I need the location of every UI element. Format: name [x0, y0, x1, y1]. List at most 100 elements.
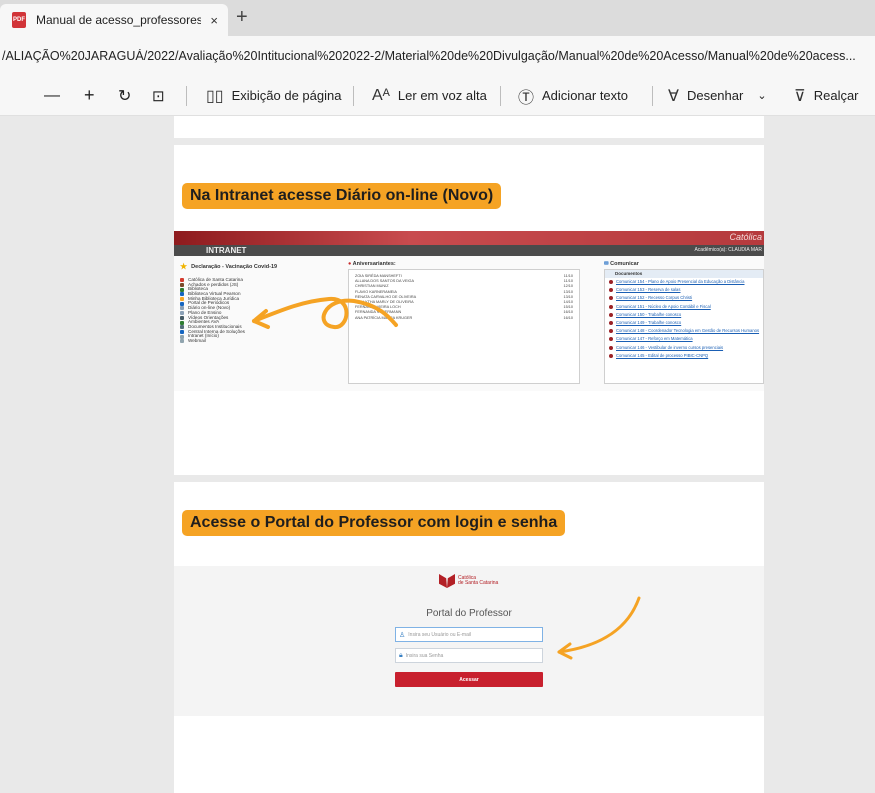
birthdays-list: ZOIA SIRÉDA MANSHEFTI 11/10 ALLANA DOS SAN…	[348, 269, 580, 384]
pdf-page-3: Acesse o Portal do Professor com login e…	[174, 482, 764, 793]
zoom-in-button[interactable]: +	[84, 85, 95, 106]
doc-icon	[609, 280, 613, 285]
doc-link[interactable]: Comunicar 149 - Trabalhe conosco	[605, 319, 763, 327]
fit-page-button[interactable]: ⊡	[152, 87, 165, 105]
menu-item-icon	[180, 315, 184, 320]
doc-link-label: Comunicar 150 - Trabalhe conosco	[616, 311, 682, 317]
menu-item-icon	[180, 278, 184, 283]
add-text-label: Adicionar texto	[542, 88, 629, 103]
intranet-bar: INTRANET Acadêmico(a): CLAUDIA MAR	[174, 245, 764, 256]
new-tab-button[interactable]: +	[236, 6, 248, 29]
doc-link[interactable]: Comunicar 154 - Plano de Apoio Presencia…	[605, 278, 763, 286]
logo-mark-icon	[439, 574, 455, 588]
doc-icon	[609, 321, 613, 326]
menu-item-icon	[180, 320, 184, 325]
intranet-user: Acadêmico(a): CLAUDIA MAR	[694, 247, 762, 253]
logo-line-2: de Santa Catarina	[458, 580, 499, 586]
doc-icon	[609, 304, 613, 309]
pdf-page-1	[174, 116, 764, 138]
doc-icon	[609, 296, 613, 301]
toolbar-divider	[500, 86, 501, 106]
doc-icon	[609, 345, 613, 350]
star-icon: ★	[180, 262, 188, 271]
zoom-out-button[interactable]: —	[44, 87, 60, 105]
communications-panel: ✉ Comunicar Documentos Comunicar 154 - P…	[604, 261, 764, 384]
menu-item-icon	[180, 306, 184, 311]
menu-item-icon	[180, 287, 184, 292]
doc-link[interactable]: Comunicar 153 - Reserva de salas	[605, 286, 763, 294]
comm-title: ✉ Comunicar	[604, 261, 764, 267]
page-view-icon: ▯▯	[206, 87, 224, 105]
doc-link-label: Comunicar 147 - Reforço em Matemática	[616, 336, 693, 342]
address-bar[interactable]: /ALIAÇÃO%20JARAGUÁ/2022/Avaliação%20Inti…	[0, 36, 875, 76]
read-aloud-label: Ler em voz alta	[397, 88, 487, 103]
doc-link-label: Comunicar 148 - Coordenador Tecnologia e…	[616, 328, 760, 334]
password-placeholder: Insira sua Senha	[405, 652, 444, 659]
read-aloud-button[interactable]: Aᴬ Ler em voz alta	[372, 87, 487, 105]
user-icon: ♙	[399, 631, 406, 639]
add-text-button[interactable]: Ⓣ Adicionar texto	[518, 84, 628, 108]
tab-title: Manual de acesso_professores_2	[36, 13, 201, 27]
toolbar-divider	[186, 86, 187, 106]
logo-text: Católica de Santa Catarina	[458, 576, 498, 586]
doc-link-label: Comunicar 153 - Reserva de salas	[616, 287, 681, 293]
highlight-icon: ⊽	[794, 87, 806, 105]
doc-link-label: Comunicar 145 - Edital de processo PIBIC…	[616, 352, 709, 358]
doc-link[interactable]: Comunicar 152 - Recesso Corpus Christi	[605, 294, 763, 302]
intranet-label: INTRANET	[206, 246, 247, 255]
menu-item-icon	[180, 283, 184, 288]
birthdays-title-text: Aniversariantes:	[352, 261, 396, 267]
comm-title-text: Comunicar	[610, 261, 639, 267]
toolbar-divider	[652, 86, 653, 106]
intranet-screenshot: Católica INTRANET Acadêmico(a): CLAUDIA …	[174, 231, 764, 391]
balloon-icon: ●	[348, 261, 352, 267]
page-view-button[interactable]: ▯▯ Exibição de página	[206, 86, 341, 106]
doc-link[interactable]: Comunicar 151 - Núcleo de Apoio Contábil…	[605, 303, 763, 311]
declaration-link[interactable]: ★ Declaração - Vacinação Covid-19	[180, 262, 345, 271]
birthday-date: 16/10	[563, 315, 573, 320]
menu-item-icon	[180, 339, 184, 344]
portal-login-screenshot: Católica de Santa Catarina Portal do Pro…	[174, 566, 764, 716]
username-placeholder: Insira seu Usuário ou E-mail	[408, 631, 472, 638]
birthdays-title: ● Aniversariantes:	[348, 261, 584, 267]
portal-title: Portal do Professor	[426, 608, 512, 619]
draw-button[interactable]: ∀ Desenhar ⌄	[668, 86, 767, 106]
draw-icon: ∀	[668, 87, 679, 105]
pdf-toolbar: — + ↻ ⊡ ▯▯ Exibição de página Aᴬ Ler em …	[0, 76, 875, 116]
highlight-label: Realçar	[813, 88, 859, 103]
page-view-label: Exibição de página	[231, 88, 342, 103]
highlight-button[interactable]: ⊽ Realçar	[794, 86, 859, 106]
doc-link[interactable]: Comunicar 148 - Coordenador Tecnologia e…	[605, 327, 763, 335]
comm-icon: ✉	[604, 261, 609, 267]
pdf-page-2: Na Intranet acesse Diário on-line (Novo)…	[174, 145, 764, 475]
doc-icon	[609, 329, 613, 334]
doc-link-label: Comunicar 154 - Plano de Apoio Presencia…	[616, 279, 745, 284]
rotate-button[interactable]: ↻	[118, 86, 131, 106]
birthday-row: ANA PATRÍCIA MARRA KRUGER 16/10	[355, 316, 573, 321]
password-field[interactable]: 🔒︎ Insira sua Senha	[395, 648, 543, 663]
tab-manual[interactable]: PDF Manual de acesso_professores_2 ×	[0, 4, 228, 36]
doc-link[interactable]: Comunicar 150 - Trabalhe conosco	[605, 311, 763, 319]
username-field[interactable]: ♙ Insira seu Usuário ou E-mail	[395, 627, 543, 642]
doc-link[interactable]: Comunicar 146 - Vestibular de inverno cu…	[605, 344, 763, 352]
draw-label: Desenhar	[686, 88, 744, 103]
doc-link[interactable]: Comunicar 147 - Reforço em Matemática	[605, 335, 763, 343]
doc-icon	[609, 353, 613, 358]
doc-link[interactable]: Comunicar 145 - Edital de processo PIBIC…	[605, 352, 763, 360]
birthdays-panel: ● Aniversariantes: ZOIA SIRÉDA MANSHEFTI…	[348, 261, 584, 384]
menu-item-icon	[180, 325, 184, 330]
close-tab-icon[interactable]: ×	[210, 13, 218, 28]
url-text[interactable]: /ALIAÇÃO%20JARAGUÁ/2022/Avaliação%20Inti…	[0, 49, 875, 63]
docs-list: Documentos Comunicar 154 - Plano de Apoi…	[604, 269, 764, 384]
tab-bar: PDF Manual de acesso_professores_2 × +	[0, 0, 875, 36]
doc-link-label: Comunicar 149 - Trabalhe conosco	[616, 319, 682, 325]
login-submit-button[interactable]: Acessar	[395, 672, 543, 687]
doc-icon	[609, 337, 613, 342]
menu-item-icon	[180, 301, 184, 306]
doc-icon	[609, 312, 613, 317]
intranet-menu-item[interactable]: Webmail	[180, 338, 345, 344]
doc-link-label: Comunicar 152 - Recesso Corpus Christi	[616, 295, 693, 301]
menu-item-icon	[180, 292, 184, 297]
chevron-down-icon[interactable]: ⌄	[757, 89, 766, 102]
intranet-header: Católica	[174, 231, 764, 245]
